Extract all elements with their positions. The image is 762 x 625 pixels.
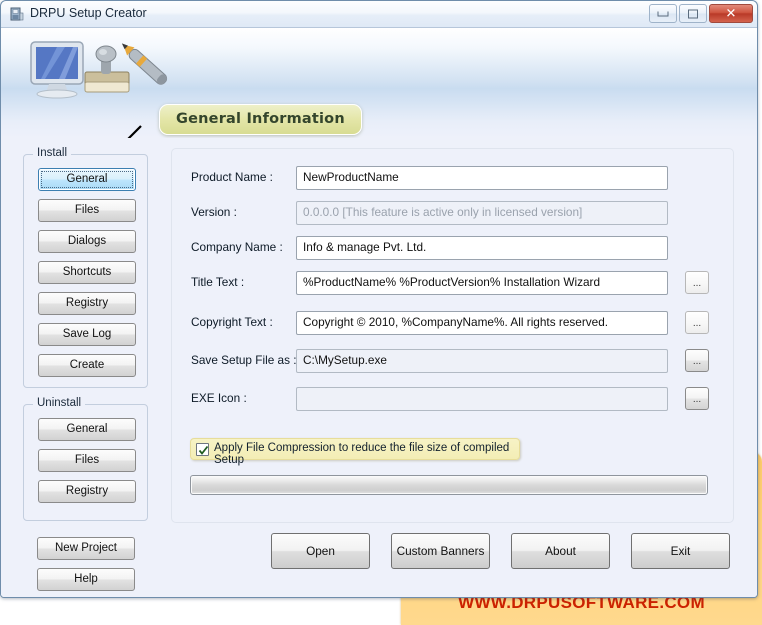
product-name-input[interactable]: NewProductName xyxy=(296,166,668,190)
field-row-copyright-text: Copyright Text : Copyright © 2010, %Comp… xyxy=(172,311,733,337)
sidebar-item-install-dialogs[interactable]: Dialogs xyxy=(38,230,136,253)
custom-banners-button[interactable]: Custom Banners xyxy=(391,533,490,569)
copyright-text-label: Copyright Text : xyxy=(191,315,273,329)
page-title-banner: General Information xyxy=(159,104,362,135)
maximize-icon xyxy=(688,9,698,18)
version-label: Version : xyxy=(191,205,237,219)
title-text-label: Title Text : xyxy=(191,275,245,289)
version-input: 0.0.0.0 [This feature is active only in … xyxy=(296,201,668,225)
field-row-version: Version : 0.0.0.0 [This feature is activ… xyxy=(172,201,733,227)
monitor-stamp-pen-icon xyxy=(23,34,173,130)
save-setup-file-label: Save Setup File as : xyxy=(191,353,297,367)
window-title: DRPU Setup Creator xyxy=(30,6,147,20)
sidebar-item-install-save-log[interactable]: Save Log xyxy=(38,323,136,346)
apply-file-compression-row[interactable]: Apply File Compression to reduce the fil… xyxy=(190,438,520,466)
minimize-icon xyxy=(657,11,669,16)
exe-icon-label: EXE Icon : xyxy=(191,391,247,405)
help-button[interactable]: Help xyxy=(37,568,135,591)
sidebar-item-uninstall-general[interactable]: General xyxy=(38,418,136,441)
field-row-company-name: Company Name : Info & manage Pvt. Ltd. xyxy=(172,236,733,262)
new-project-button[interactable]: New Project xyxy=(37,537,135,560)
sidebar-item-install-shortcuts[interactable]: Shortcuts xyxy=(38,261,136,284)
install-group-legend: Install xyxy=(33,147,72,159)
close-icon: ✕ xyxy=(725,6,737,21)
page-title: General Information xyxy=(176,111,345,127)
sidebar-item-install-registry[interactable]: Registry xyxy=(38,292,136,315)
general-information-panel: Product Name : NewProductName Version : … xyxy=(171,148,734,523)
app-icon xyxy=(9,7,24,22)
progress-bar xyxy=(190,475,708,495)
maximize-button[interactable] xyxy=(679,4,707,23)
exit-button[interactable]: Exit xyxy=(631,533,730,569)
title-text-browse-button[interactable]: ... xyxy=(685,271,709,294)
apply-file-compression-label: Apply File Compression to reduce the fil… xyxy=(214,442,510,466)
screen: WWW.DRPUSOFTWARE.COM DRPU Setup Creator xyxy=(0,0,762,625)
save-setup-file-browse-button[interactable]: ... xyxy=(685,349,709,372)
app-window: DRPU Setup Creator ✕ General Information… xyxy=(0,0,758,598)
window-controls: ✕ xyxy=(649,4,753,23)
close-button[interactable]: ✕ xyxy=(709,4,753,23)
open-button[interactable]: Open xyxy=(271,533,370,569)
sidebar-item-install-create[interactable]: Create xyxy=(38,354,136,377)
uninstall-group-legend: Uninstall xyxy=(33,397,86,409)
window-body: Install General Files Dialogs Shortcuts … xyxy=(1,138,757,597)
checkmark-icon xyxy=(198,445,209,455)
exe-icon-input[interactable] xyxy=(296,387,668,411)
sidebar-item-install-general[interactable]: General xyxy=(38,168,136,191)
uninstall-group: Uninstall General Files Registry xyxy=(23,397,148,521)
product-name-label: Product Name : xyxy=(191,170,273,184)
title-text-input[interactable]: %ProductName% %ProductVersion% Installat… xyxy=(296,271,668,295)
field-row-title-text: Title Text : %ProductName% %ProductVersi… xyxy=(172,271,733,297)
title-bar: DRPU Setup Creator ✕ xyxy=(1,1,757,28)
sidebar-item-install-files[interactable]: Files xyxy=(38,199,136,222)
header-strip: General Information xyxy=(1,28,757,174)
field-row-save-setup-file: Save Setup File as : C:\MySetup.exe ... xyxy=(172,349,733,375)
apply-file-compression-checkbox[interactable] xyxy=(196,443,209,456)
exe-icon-browse-button[interactable]: ... xyxy=(685,387,709,410)
field-row-exe-icon: EXE Icon : ... xyxy=(172,387,733,413)
field-row-product-name: Product Name : NewProductName xyxy=(172,166,733,192)
sidebar-item-label: General xyxy=(66,173,108,185)
company-name-label: Company Name : xyxy=(191,240,283,254)
sidebar-item-uninstall-registry[interactable]: Registry xyxy=(38,480,136,503)
minimize-button[interactable] xyxy=(649,4,677,23)
company-name-input[interactable]: Info & manage Pvt. Ltd. xyxy=(296,236,668,260)
install-group: Install General Files Dialogs Shortcuts … xyxy=(23,147,148,388)
copyright-text-input[interactable]: Copyright © 2010, %CompanyName%. All rig… xyxy=(296,311,668,335)
about-button[interactable]: About xyxy=(511,533,610,569)
copyright-text-browse-button[interactable]: ... xyxy=(685,311,709,334)
save-setup-file-input[interactable]: C:\MySetup.exe xyxy=(296,349,668,373)
sidebar-item-uninstall-files[interactable]: Files xyxy=(38,449,136,472)
